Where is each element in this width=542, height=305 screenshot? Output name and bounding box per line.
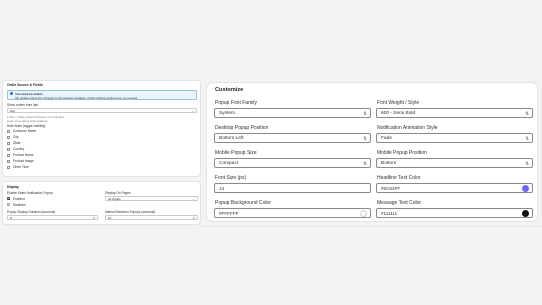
color-swatch[interactable] [522, 185, 529, 193]
select-arrows-icon: ⇅ [363, 161, 367, 166]
field-checkbox[interactable] [7, 165, 10, 169]
order-source-panel: Order Source & Fields You need an orders… [2, 80, 201, 177]
field-label: Order Time [13, 165, 29, 169]
select-arrows-icon: ⇅ [525, 161, 529, 166]
pages-select[interactable]: All Pages ⌄ [105, 196, 198, 201]
interval-label: Interval Between Popups (seconds) [105, 210, 156, 214]
background-color-label: Popup Background Color [215, 200, 271, 206]
field-label: State [13, 141, 21, 145]
duration-input[interactable]: 8 ⇅ [7, 215, 98, 220]
mobile-size-select[interactable]: Compact ⇅ [214, 158, 371, 168]
color-swatch[interactable] [360, 210, 367, 218]
chevron-icon: ⌄ [191, 109, 194, 113]
info-icon [10, 92, 13, 95]
mobile-size-label: Mobile Popup Size [215, 150, 257, 156]
display-title: Display [7, 185, 20, 189]
mobile-position-label: Mobile Popup Position [377, 150, 427, 156]
help-link[interactable]: Learn more about order statuses [7, 119, 48, 123]
divider [200, 226, 542, 227]
enabled-radio[interactable] [7, 197, 11, 201]
color-swatch[interactable] [522, 210, 529, 218]
field-checkbox[interactable] [7, 135, 10, 139]
mobile-position-select[interactable]: Bottom ⇅ [376, 158, 533, 168]
field-label: City [13, 135, 19, 139]
background-color-input[interactable]: #FFFFFF [214, 208, 371, 218]
banner-text: We update orders from Shopify for the se… [15, 95, 138, 100]
source-select[interactable]: Day ⌄ [7, 108, 197, 113]
order-source-title: Order Source & Fields [7, 83, 43, 87]
enabled-label: Enabled [13, 196, 25, 201]
source-label: Show orders from last [7, 103, 39, 107]
desktop-position-select[interactable]: Bottom Left ⇅ [214, 133, 371, 143]
font-size-label: Font Size (px) [215, 175, 247, 181]
chevron-icon: ⌄ [192, 197, 195, 201]
desktop-position-label: Desktop Popup Position [215, 125, 269, 131]
headline-color-input[interactable]: #6C62FF [376, 183, 533, 193]
field-label: Country [13, 147, 25, 151]
animation-style-select[interactable]: Fade ⇅ [376, 133, 533, 143]
duration-label: Popup Display Duration (seconds) [7, 210, 56, 214]
customize-title: Customize [215, 87, 244, 93]
font-size-input[interactable]: 14 [214, 183, 371, 193]
font-family-label: Popup Font Family [215, 100, 257, 106]
stepper-icon: ⇅ [92, 216, 95, 220]
field-checkbox[interactable] [7, 147, 10, 151]
font-weight-label: Font Weight / Style [377, 100, 420, 106]
headline-color-label: Headline Text Color [377, 175, 421, 181]
font-family-select[interactable]: System ⇅ [214, 108, 371, 118]
message-color-input[interactable]: #111111 [376, 208, 533, 218]
info-banner: You need an orders We update orders from… [7, 90, 197, 100]
field-label: Customer Name [13, 129, 37, 133]
select-arrows-icon: ⇅ [525, 111, 529, 116]
field-label: Product Name [13, 153, 34, 157]
animation-style-label: Notification Animation Style [377, 125, 438, 131]
field-checkbox[interactable] [7, 159, 10, 163]
customize-panel: Customize Popup Font Family System ⇅ Font… [206, 82, 538, 222]
field-label: Product Image [13, 159, 34, 163]
disabled-label: Disabled [13, 202, 26, 207]
hide-fields-label: Hide fields (toggle visibility) [7, 124, 46, 128]
select-arrows-icon: ⇅ [363, 136, 367, 141]
enable-label: Enable Sales Notification Popup [7, 191, 53, 195]
interval-input[interactable]: 10 ⇅ [105, 215, 198, 220]
message-color-label: Message Text Color [377, 200, 422, 206]
pages-label: Display On Pages [105, 191, 131, 195]
field-checkbox[interactable] [7, 129, 10, 133]
field-checkbox[interactable] [7, 141, 10, 145]
stepper-icon: ⇅ [192, 216, 195, 220]
field-checkbox[interactable] [7, 153, 10, 157]
display-panel: Display Enable Sales Notification Popup … [2, 181, 201, 225]
select-arrows-icon: ⇅ [525, 136, 529, 141]
select-arrows-icon: ⇅ [363, 111, 367, 116]
font-weight-select[interactable]: 600 - Semi Bold ⇅ [376, 108, 533, 118]
disabled-radio[interactable] [7, 203, 11, 207]
